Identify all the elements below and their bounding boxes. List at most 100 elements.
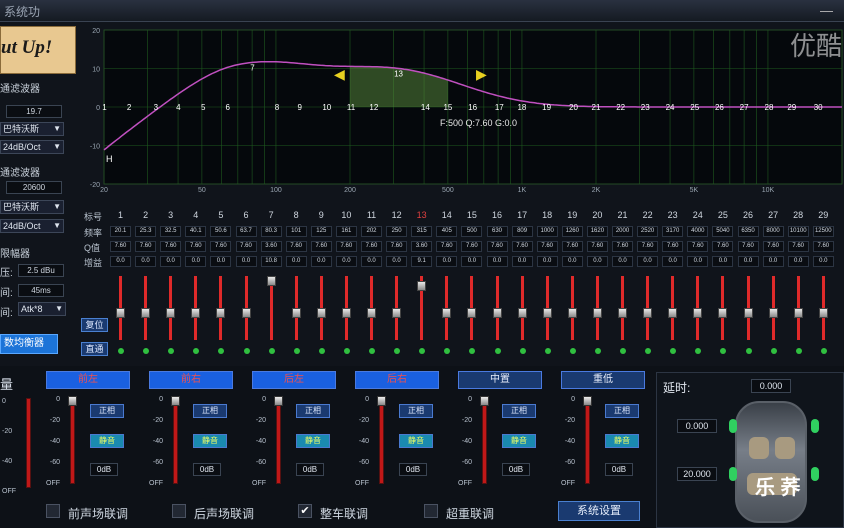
band-q-field[interactable]: 7.60 [762, 241, 784, 252]
slider-knob[interactable] [583, 396, 592, 406]
phase-button[interactable]: 正相 [90, 404, 124, 418]
mute-button[interactable]: 静音 [193, 434, 227, 448]
channel-name-button[interactable]: 中置 [458, 371, 542, 389]
band-freq-field[interactable]: 3170 [662, 226, 684, 237]
band-gain-field[interactable]: 0.0 [586, 256, 608, 267]
channel-db-field[interactable]: 0dB [605, 463, 633, 476]
speaker-icon[interactable] [729, 419, 737, 433]
slider-knob[interactable] [567, 308, 577, 318]
band-q-field[interactable]: 7.60 [737, 241, 759, 252]
band-freq-field[interactable]: 8000 [762, 226, 784, 237]
slider-knob[interactable] [392, 308, 402, 318]
channel-name-button[interactable]: 后右 [355, 371, 439, 389]
phase-button[interactable]: 正相 [399, 404, 433, 418]
band-enable-indicator[interactable] [645, 348, 652, 354]
band-enable-indicator[interactable] [695, 348, 702, 354]
band-q-field[interactable]: 7.60 [335, 241, 357, 252]
band-q-field[interactable]: 7.60 [160, 241, 182, 252]
channel-db-field[interactable]: 0dB [399, 463, 427, 476]
slider-knob[interactable] [266, 275, 276, 286]
channel-db-field[interactable]: 0dB [90, 463, 118, 476]
phase-button[interactable]: 正相 [605, 404, 639, 418]
band-gain-field[interactable]: 0.0 [787, 256, 809, 267]
band-enable-indicator[interactable] [193, 348, 200, 354]
band-freq-field[interactable]: 4000 [687, 226, 709, 237]
highpass-freq-field[interactable]: 19.7 [6, 105, 62, 118]
band-gain-field[interactable]: 0.0 [310, 256, 332, 267]
band-gain-field[interactable]: 0.0 [737, 256, 759, 267]
band-enable-indicator[interactable] [720, 348, 727, 354]
band-freq-field[interactable]: 500 [461, 226, 483, 237]
band-gain-field[interactable]: 0.0 [687, 256, 709, 267]
highpass-slope-select[interactable]: 24dB/Oct ▼ [0, 140, 64, 154]
band-enable-indicator[interactable] [770, 348, 777, 354]
band-enable-indicator[interactable] [620, 348, 626, 354]
band-q-field[interactable]: 7.60 [687, 241, 709, 252]
band-gain-field[interactable]: 0.0 [285, 256, 307, 267]
band-q-field[interactable]: 7.60 [561, 241, 583, 252]
slider-knob[interactable] [274, 396, 283, 406]
link-checkbox[interactable] [424, 504, 438, 518]
band-enable-indicator[interactable] [293, 348, 300, 354]
link-checkbox[interactable] [46, 504, 60, 518]
band-gain-field[interactable]: 9.1 [411, 256, 433, 267]
mute-button[interactable]: 静音 [296, 434, 330, 448]
band-enable-indicator[interactable] [168, 348, 175, 354]
slider-knob[interactable] [618, 308, 627, 318]
release-select[interactable]: Atk*8 ▼ [18, 302, 66, 316]
band-gain-field[interactable]: 0.0 [361, 256, 382, 267]
band-freq-field[interactable]: 12500 [812, 226, 834, 237]
band-enable-indicator[interactable] [519, 348, 526, 354]
band-freq-field[interactable]: 1260 [561, 226, 583, 237]
slider-knob[interactable] [668, 308, 678, 318]
channel-level-slider[interactable] [379, 402, 384, 484]
band-gain-field[interactable]: 0.0 [210, 256, 232, 267]
delay-bottom-field[interactable]: 20.000 [677, 467, 717, 481]
band-q-field[interactable]: 7.60 [612, 241, 633, 252]
band-enable-indicator[interactable] [745, 348, 752, 354]
band-freq-field[interactable]: 50.6 [210, 226, 232, 237]
channel-level-slider[interactable] [276, 402, 281, 484]
band-q-field[interactable]: 7.60 [812, 241, 834, 252]
slider-knob[interactable] [467, 308, 477, 318]
band-q-field[interactable]: 7.60 [712, 241, 734, 252]
lowpass-type-select[interactable]: 巴特沃斯 ▼ [0, 200, 64, 214]
band-freq-field[interactable]: 250 [386, 226, 408, 237]
slider-knob[interactable] [191, 308, 201, 318]
band-freq-field[interactable]: 202 [361, 226, 382, 237]
band-freq-field[interactable]: 63.7 [235, 226, 257, 237]
band-q-field[interactable]: 7.60 [386, 241, 408, 252]
band-freq-field[interactable]: 1620 [586, 226, 608, 237]
slider-knob[interactable] [492, 308, 502, 318]
channel-name-button[interactable]: 重低 [561, 371, 645, 389]
band-gain-field[interactable]: 0.0 [335, 256, 357, 267]
band-enable-indicator[interactable] [795, 348, 802, 354]
channel-name-button[interactable]: 后左 [252, 371, 336, 389]
channel-level-slider[interactable] [173, 402, 178, 484]
band-freq-field[interactable]: 6350 [737, 226, 759, 237]
band-q-field[interactable]: 7.60 [787, 241, 809, 252]
slider-knob[interactable] [341, 308, 351, 318]
slider-knob[interactable] [743, 308, 753, 318]
slider-knob[interactable] [417, 280, 427, 291]
slider-knob[interactable] [68, 396, 77, 406]
band-enable-indicator[interactable] [318, 348, 325, 354]
equalizer-button[interactable]: 数均衡器 [0, 334, 58, 354]
band-q-field[interactable]: 7.60 [461, 241, 483, 252]
lowpass-freq-field[interactable]: 20600 [6, 181, 62, 194]
band-enable-indicator[interactable] [394, 348, 401, 354]
slider-knob[interactable] [517, 308, 527, 318]
band-enable-indicator[interactable] [594, 348, 601, 354]
band-q-field[interactable]: 7.60 [662, 241, 684, 252]
band-freq-field[interactable]: 630 [486, 226, 508, 237]
lowpass-slope-select[interactable]: 24dB/Oct ▼ [0, 219, 64, 233]
slider-knob[interactable] [316, 308, 326, 318]
band-enable-indicator[interactable] [419, 348, 426, 354]
band-q-field[interactable]: 7.60 [235, 241, 257, 252]
master-volume-track[interactable] [26, 398, 31, 488]
channel-level-slider[interactable] [482, 402, 487, 484]
band-gain-slider[interactable] [269, 276, 273, 340]
slider-knob[interactable] [241, 308, 251, 318]
band-enable-indicator[interactable] [569, 348, 576, 354]
band-freq-field[interactable]: 125 [310, 226, 332, 237]
